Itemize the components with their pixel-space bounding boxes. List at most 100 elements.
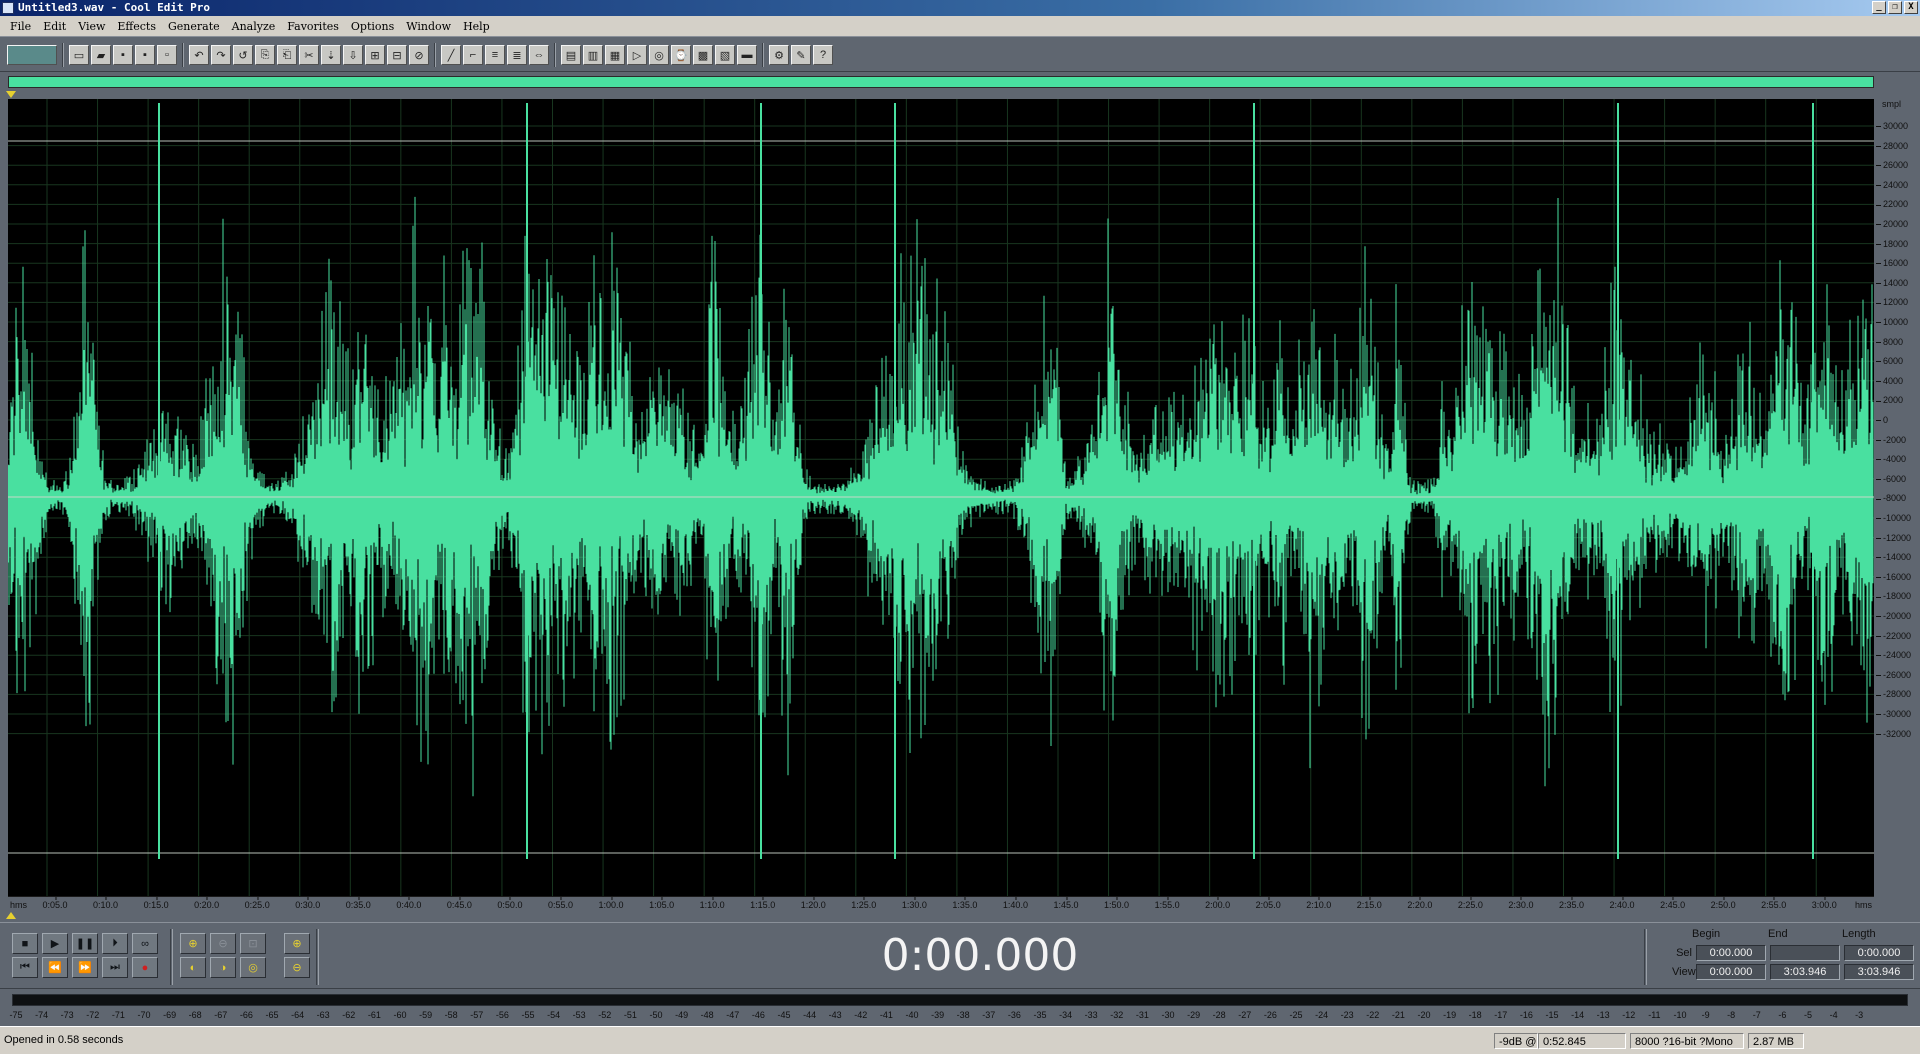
play-to-end-button[interactable]: ⏵ bbox=[102, 933, 128, 954]
fade-icon[interactable]: ⌐ bbox=[463, 45, 483, 65]
zoom-in-icon[interactable]: ⊕ bbox=[180, 933, 206, 954]
repeat-icon[interactable]: ↺ bbox=[233, 45, 253, 65]
waveform-display[interactable] bbox=[8, 99, 1874, 896]
zoom-out-vertical-icon[interactable]: ⊖ bbox=[284, 957, 310, 978]
view-begin-field[interactable]: 0:00.000 bbox=[1696, 964, 1766, 980]
db-tick-label: -74 bbox=[35, 1010, 49, 1020]
redo-icon[interactable]: ↷ bbox=[211, 45, 231, 65]
zoom-spacer bbox=[270, 933, 280, 955]
rewind-button[interactable]: ⏪ bbox=[42, 957, 68, 978]
frequency-analysis-icon[interactable]: ◎ bbox=[649, 45, 669, 65]
amplitude-tick-label: -12000 bbox=[1876, 533, 1911, 543]
cue-list-icon[interactable]: ▦ bbox=[605, 45, 625, 65]
waveform-view-icon[interactable]: ▤ bbox=[561, 45, 581, 65]
sel-length-field[interactable]: 0:00.000 bbox=[1844, 945, 1914, 961]
zoom-out-icon[interactable]: ⊖ bbox=[210, 933, 236, 954]
menu-effects[interactable]: Effects bbox=[111, 20, 162, 33]
menu-file[interactable]: File bbox=[4, 20, 37, 33]
amplitude-tick-label: -26000 bbox=[1876, 670, 1911, 680]
info-icon[interactable]: ▬ bbox=[737, 45, 757, 65]
time-display-icon[interactable]: ⌚ bbox=[671, 45, 691, 65]
stop-button[interactable]: ■ bbox=[12, 933, 38, 954]
paste-icon[interactable]: ⇣ bbox=[321, 45, 341, 65]
zoom-right-icon[interactable]: ◑ bbox=[210, 957, 236, 978]
overview-range-bar[interactable] bbox=[8, 76, 1874, 88]
go-to-end-button[interactable]: ⏭ bbox=[102, 957, 128, 978]
waveform-canvas[interactable] bbox=[8, 99, 1874, 896]
close-file-icon[interactable]: ▫ bbox=[157, 45, 177, 65]
db-tick-label: -75 bbox=[9, 1010, 23, 1020]
close-button[interactable]: X bbox=[1904, 1, 1918, 14]
app-icon[interactable] bbox=[2, 2, 14, 14]
amplify-icon[interactable]: ≣ bbox=[507, 45, 527, 65]
spectral-view-icon[interactable]: ▥ bbox=[583, 45, 603, 65]
amplitude-unit-label: smpl bbox=[1882, 99, 1902, 109]
zoom-selection-icon[interactable]: ◎ bbox=[240, 957, 266, 978]
db-tick-label: -41 bbox=[879, 1010, 893, 1020]
db-tick-label: -34 bbox=[1059, 1010, 1073, 1020]
time-ruler[interactable]: hms hms 0:05.0 0:10.0 0:15.0 0:20.0 0:25.0 0:… bbox=[8, 896, 1874, 912]
db-tick-label: -46 bbox=[751, 1010, 765, 1020]
menu-view[interactable]: View bbox=[72, 20, 111, 33]
sel-end-field[interactable] bbox=[1770, 945, 1840, 961]
window-title: Untitled3.wav - Cool Edit Pro bbox=[18, 1, 211, 14]
cut-icon[interactable]: ✂ bbox=[299, 45, 319, 65]
copy-icon[interactable]: ⎘ bbox=[255, 45, 275, 65]
time-tick-label: 2:05.0 bbox=[1255, 897, 1281, 910]
settings-icon[interactable]: ⚙ bbox=[769, 45, 789, 65]
menu-favorites[interactable]: Favorites bbox=[281, 20, 345, 33]
menu-window[interactable]: Window bbox=[400, 20, 457, 33]
pause-button[interactable]: ❚❚ bbox=[72, 933, 98, 954]
menu-help[interactable]: Help bbox=[457, 20, 496, 33]
trim-icon[interactable]: ⊟ bbox=[387, 45, 407, 65]
zoom-left-icon[interactable]: ◐ bbox=[180, 957, 206, 978]
stretch-icon[interactable]: ⇔ bbox=[529, 45, 549, 65]
new-file-icon[interactable]: ▭ bbox=[69, 45, 89, 65]
tools-icon[interactable]: ✎ bbox=[791, 45, 811, 65]
time-tick-label: 2:20.0 bbox=[1407, 897, 1433, 910]
undo-icon[interactable]: ↶ bbox=[189, 45, 209, 65]
help-icon[interactable]: ? bbox=[813, 45, 833, 65]
amplitude-scale: smpl 30000 28000 26000 24000 22000 20000 18000… bbox=[1874, 99, 1920, 896]
db-tick-label: -13 bbox=[1596, 1010, 1610, 1020]
play-list-icon[interactable]: ▷ bbox=[627, 45, 647, 65]
normalize-icon[interactable]: ≡ bbox=[485, 45, 505, 65]
view-end-field[interactable]: 3:03.946 bbox=[1770, 964, 1840, 980]
go-to-start-button[interactable]: ⏮ bbox=[12, 957, 38, 978]
save-icon[interactable]: ▪ bbox=[113, 45, 133, 65]
time-tick-label: 0:40.0 bbox=[396, 897, 422, 910]
restore-button[interactable]: ❐ bbox=[1888, 1, 1902, 14]
statistics-icon[interactable]: ▩ bbox=[693, 45, 713, 65]
level-meter-icon[interactable]: ▧ bbox=[715, 45, 735, 65]
menu-options[interactable]: Options bbox=[345, 20, 400, 33]
db-tick-label: -28 bbox=[1212, 1010, 1226, 1020]
silence-icon[interactable]: ⊘ bbox=[409, 45, 429, 65]
record-button[interactable]: ● bbox=[132, 957, 158, 978]
db-tick-label: -38 bbox=[956, 1010, 970, 1020]
view-length-field[interactable]: 3:03.946 bbox=[1844, 964, 1914, 980]
copy-new-icon[interactable]: ⎗ bbox=[277, 45, 297, 65]
time-tick-label: 0:50.0 bbox=[497, 897, 523, 910]
amplitude-tick-label: -14000 bbox=[1876, 552, 1911, 562]
db-tick-label: -5 bbox=[1803, 1010, 1813, 1020]
mix-paste-icon[interactable]: ⊞ bbox=[365, 45, 385, 65]
fast-forward-button[interactable]: ⏩ bbox=[72, 957, 98, 978]
menu-edit[interactable]: Edit bbox=[37, 20, 72, 33]
zoom-full-icon[interactable]: ⊡ bbox=[240, 933, 266, 954]
menu-generate[interactable]: Generate bbox=[162, 20, 226, 33]
save-all-icon[interactable]: ▪ bbox=[135, 45, 155, 65]
playhead-top-marker[interactable] bbox=[6, 91, 16, 98]
open-folder-icon[interactable]: ▰ bbox=[91, 45, 111, 65]
play-button[interactable]: ▶ bbox=[42, 933, 68, 954]
paste-new-icon[interactable]: ⇩ bbox=[343, 45, 363, 65]
minimize-button[interactable]: _ bbox=[1872, 1, 1886, 14]
db-tick-label: -69 bbox=[163, 1010, 177, 1020]
loop-button[interactable]: ∞ bbox=[132, 933, 158, 954]
playhead-bottom-marker[interactable] bbox=[6, 912, 16, 919]
multitrack-toggle-icon[interactable] bbox=[7, 45, 57, 65]
envelope-icon[interactable]: ╱ bbox=[441, 45, 461, 65]
menu-analyze[interactable]: Analyze bbox=[226, 20, 282, 33]
db-tick-label: -14 bbox=[1571, 1010, 1585, 1020]
zoom-in-vertical-icon[interactable]: ⊕ bbox=[284, 933, 310, 954]
sel-begin-field[interactable]: 0:00.000 bbox=[1696, 945, 1766, 961]
